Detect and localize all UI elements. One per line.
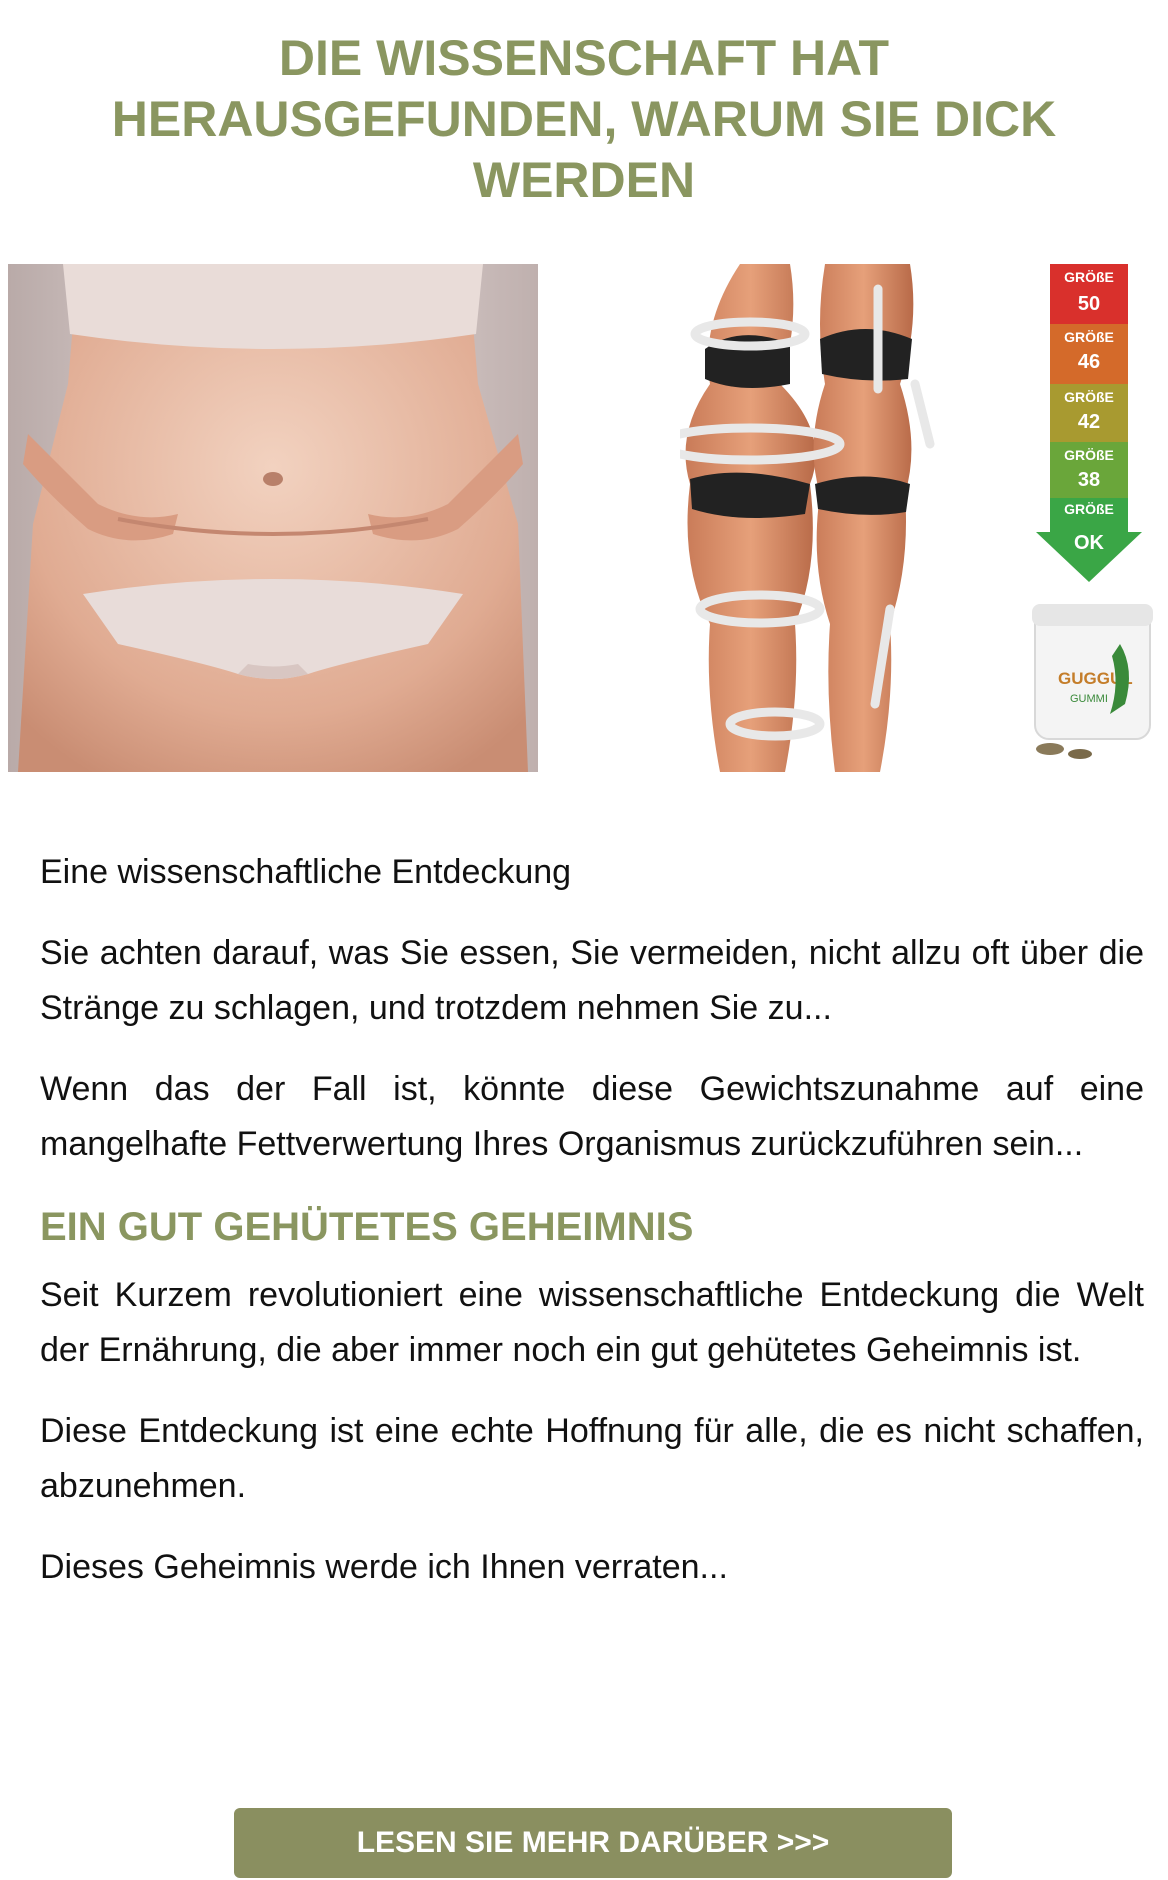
svg-text:GRÖßE: GRÖßE xyxy=(1064,501,1114,517)
svg-text:GRÖßE: GRÖßE xyxy=(1064,329,1114,345)
svg-text:38: 38 xyxy=(1078,469,1100,491)
hero-images: GRÖßE 50 GRÖßE 46 GRÖßE 42 GRÖßE 38 GRÖß… xyxy=(0,264,1168,772)
paragraph-diet: Sie achten darauf, was Sie essen, Sie ve… xyxy=(40,934,1144,1027)
svg-text:GUMMI: GUMMI xyxy=(1070,693,1108,705)
svg-text:GRÖßE: GRÖßE xyxy=(1064,447,1114,463)
belly-photo xyxy=(8,264,538,772)
svg-text:GRÖßE: GRÖßE xyxy=(1064,269,1114,285)
read-more-button[interactable]: LESEN SIE MEHR DARÜBER >>> xyxy=(234,1808,952,1878)
page-headline: DIE WISSENSCHAFT HAT HERAUSGEFUNDEN, WAR… xyxy=(111,30,1057,208)
section-heading: EIN GUT GEHÜTETES GEHEIMNIS xyxy=(40,1205,694,1249)
svg-text:OK: OK xyxy=(1074,532,1105,554)
paragraph-secret: Dieses Geheimnis werde ich Ihnen verrate… xyxy=(40,1548,728,1586)
before-after-image: GRÖßE 50 GRÖßE 46 GRÖßE 42 GRÖßE 38 GRÖß… xyxy=(680,264,1168,772)
paragraph-discovery: Seit Kurzem revolutioniert eine wissensc… xyxy=(40,1276,1144,1369)
paragraph-fat-metabolism: Wenn das der Fall ist, könnte diese Gewi… xyxy=(40,1070,1144,1163)
svg-text:GRÖßE: GRÖßE xyxy=(1064,389,1114,405)
svg-text:46: 46 xyxy=(1078,351,1100,373)
paragraph-intro: Eine wissenschaftliche Entdeckung xyxy=(40,853,572,891)
paragraph-hope: Diese Entdeckung ist eine echte Hoffnung… xyxy=(40,1412,1144,1505)
svg-text:42: 42 xyxy=(1078,411,1100,433)
article-content: Eine wissenschaftliche Entdeckung Sie ac… xyxy=(40,845,1144,1621)
svg-text:50: 50 xyxy=(1078,293,1100,315)
